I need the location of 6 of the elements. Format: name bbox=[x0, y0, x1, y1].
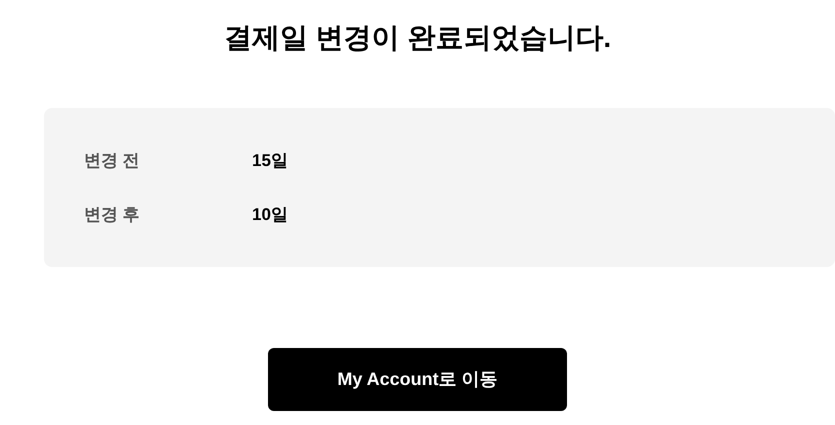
page-title: 결제일 변경이 완료되었습니다. bbox=[224, 21, 612, 55]
my-account-button[interactable]: My Account로 이동 bbox=[268, 348, 567, 411]
detail-label: 변경 후 bbox=[84, 204, 141, 226]
detail-value: 15일 bbox=[252, 150, 288, 172]
detail-value: 10일 bbox=[252, 204, 288, 226]
detail-label: 변경 전 bbox=[84, 150, 141, 172]
